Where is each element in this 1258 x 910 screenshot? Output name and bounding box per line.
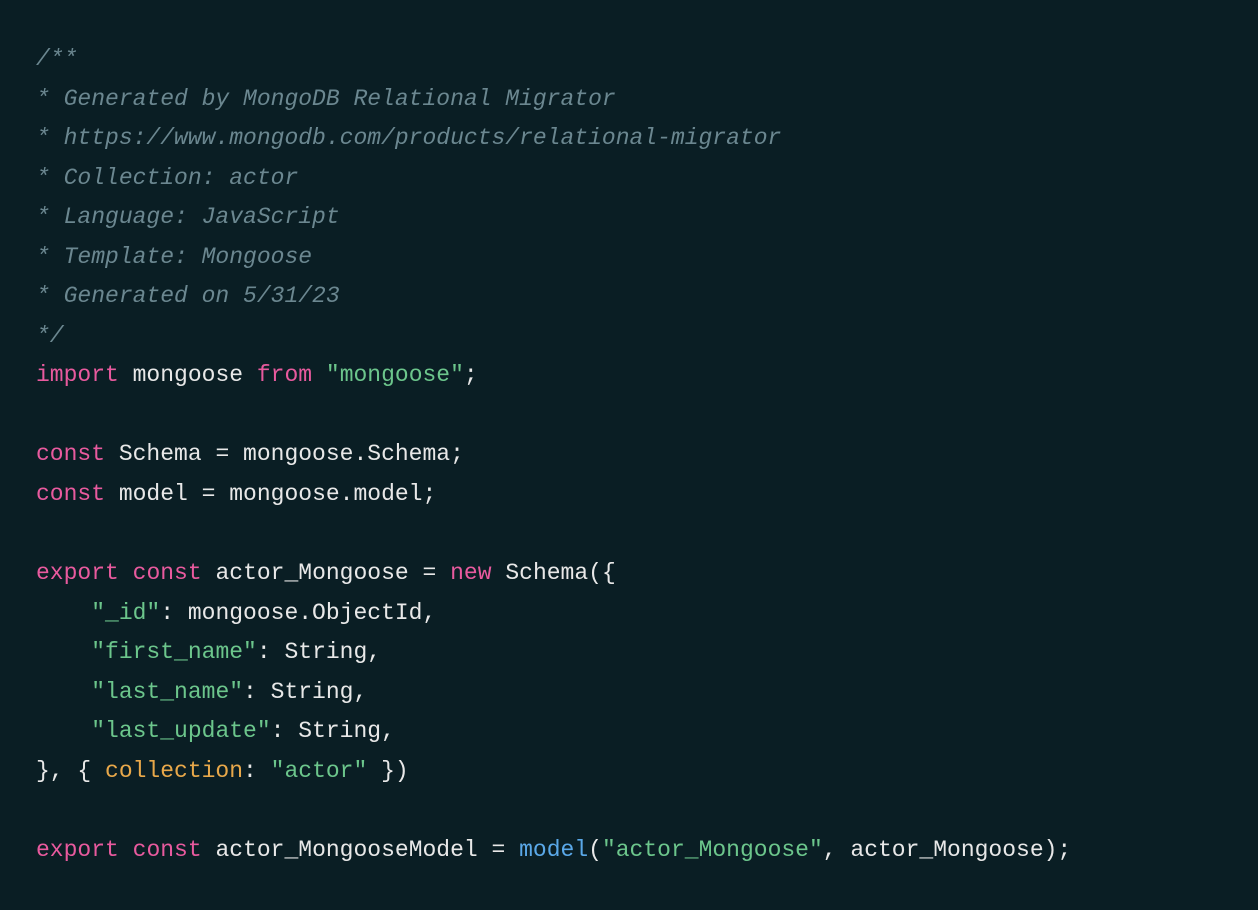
space — [119, 560, 133, 586]
comment-close: */ — [36, 323, 64, 349]
key-last-name: "last_name" — [91, 679, 243, 705]
comment-open: /** — [36, 46, 77, 72]
val-first-name: : String, — [257, 639, 381, 665]
kw-export: export — [36, 837, 119, 863]
val-id: : mongoose.ObjectId, — [160, 600, 436, 626]
val-last-name: : String, — [243, 679, 367, 705]
str-actor-mongoose: "actor_Mongoose" — [602, 837, 823, 863]
kw-import: import — [36, 362, 119, 388]
kw-new: new — [450, 560, 491, 586]
comment-line-5: * Template: Mongoose — [36, 244, 312, 270]
kw-const: const — [133, 837, 202, 863]
indent — [36, 639, 91, 665]
indent — [36, 718, 91, 744]
comment-line-2: * https://www.mongodb.com/products/relat… — [36, 125, 781, 151]
comment-line-3: * Collection: actor — [36, 165, 298, 191]
equals: = — [492, 837, 520, 863]
comment-line-4: * Language: JavaScript — [36, 204, 340, 230]
colon: : — [243, 758, 271, 784]
indent — [36, 679, 91, 705]
kw-export: export — [36, 560, 119, 586]
comment-line-1: * Generated by MongoDB Relational Migrat… — [36, 86, 616, 112]
brace-close: }, { — [36, 758, 105, 784]
mongoose-model: mongoose.model — [229, 481, 422, 507]
arg-rest: , actor_Mongoose); — [823, 837, 1071, 863]
kw-const: const — [36, 441, 105, 467]
key-first-name: "first_name" — [91, 639, 257, 665]
kw-const: const — [36, 481, 105, 507]
kw-from: from — [257, 362, 312, 388]
ident-actor-mongoose: actor_Mongoose — [202, 560, 423, 586]
str-actor: "actor" — [271, 758, 368, 784]
equals: = — [215, 441, 243, 467]
indent — [36, 600, 91, 626]
schema-call: Schema({ — [492, 560, 616, 586]
semicolon: ; — [422, 481, 436, 507]
code-block: /** * Generated by MongoDB Relational Mi… — [36, 40, 1222, 870]
semicolon: ; — [464, 362, 478, 388]
prop-collection: collection — [105, 758, 243, 784]
str-mongoose: "mongoose" — [326, 362, 464, 388]
semicolon: ; — [450, 441, 464, 467]
ident-actor-model: actor_MongooseModel — [202, 837, 492, 863]
equals: = — [202, 481, 230, 507]
equals: = — [423, 560, 451, 586]
kw-const: const — [133, 560, 202, 586]
ident-model: model — [105, 481, 202, 507]
paren-open: ( — [588, 837, 602, 863]
space — [119, 837, 133, 863]
val-last-update: : String, — [271, 718, 395, 744]
key-last-update: "last_update" — [91, 718, 270, 744]
ident-mongoose: mongoose — [119, 362, 257, 388]
fn-model: model — [519, 837, 588, 863]
end-options: }) — [367, 758, 408, 784]
key-id: "_id" — [91, 600, 160, 626]
mongoose-schema: mongoose.Schema — [243, 441, 450, 467]
space — [312, 362, 326, 388]
comment-line-6: * Generated on 5/31/23 — [36, 283, 340, 309]
ident-schema: Schema — [105, 441, 215, 467]
